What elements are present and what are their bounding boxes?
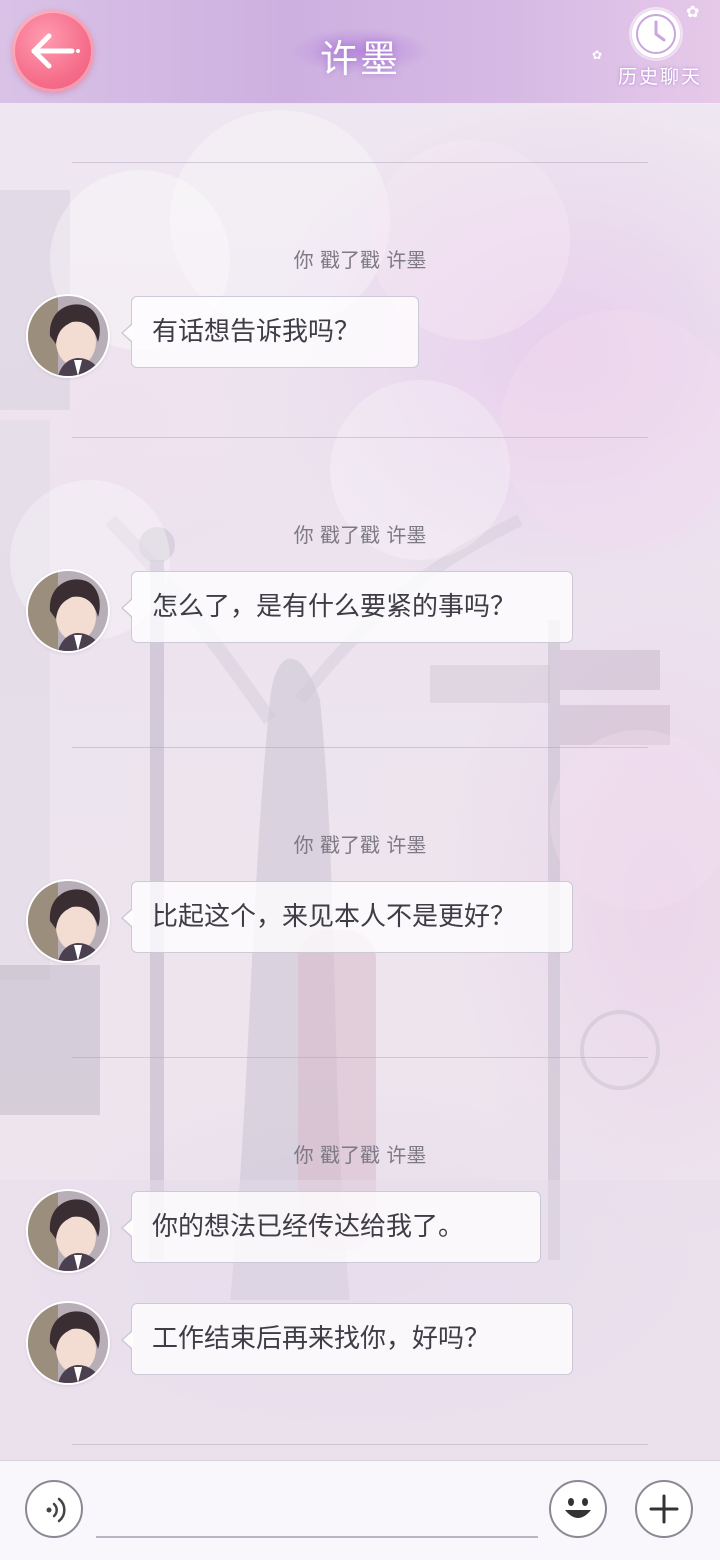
divider <box>72 437 648 438</box>
poke-notice: 你 戳了戳 许墨 <box>293 1143 427 1167</box>
input-underline <box>96 1536 538 1538</box>
divider <box>72 747 648 748</box>
avatar-portrait <box>28 881 108 961</box>
emoji-icon <box>565 1498 591 1518</box>
avatar-portrait <box>28 1303 108 1383</box>
message-bubble: 你的想法已经传达给我了。 <box>121 1191 541 1263</box>
emoji-button[interactable] <box>549 1480 607 1538</box>
avatar[interactable] <box>28 1191 108 1271</box>
message-bubble: 工作结束后再来找你，好吗？ <box>121 1303 573 1375</box>
avatar-portrait <box>28 571 108 651</box>
clock-face <box>636 14 676 54</box>
avatar-portrait <box>28 1191 108 1271</box>
avatar-portrait <box>28 296 108 376</box>
avatar[interactable] <box>28 571 108 651</box>
avatar[interactable] <box>28 1303 108 1383</box>
history-chat-label: 历史聊天 <box>617 66 702 88</box>
more-button[interactable] <box>635 1480 693 1538</box>
avatar[interactable] <box>28 296 108 376</box>
history-chat-button[interactable]: 历史聊天 <box>606 6 714 96</box>
plus-icon <box>649 1494 679 1524</box>
sparkle-icon: ✿ <box>592 48 603 62</box>
message-bubble: 比起这个，来见本人不是更好？ <box>121 881 573 953</box>
divider <box>72 1444 648 1445</box>
poke-notice: 你 戳了戳 许墨 <box>293 523 427 547</box>
poke-notice: 你 戳了戳 许墨 <box>293 248 427 272</box>
message-input[interactable] <box>96 1491 538 1535</box>
voice-icon <box>46 1497 66 1523</box>
voice-button[interactable] <box>25 1480 83 1538</box>
top-bar: 许墨 ✿ ✿ 历史聊天 <box>0 0 720 104</box>
divider <box>72 162 648 163</box>
poke-notice: 你 戳了戳 许墨 <box>293 833 427 857</box>
input-bar <box>0 1460 720 1560</box>
avatar[interactable] <box>28 881 108 961</box>
divider <box>72 1057 648 1058</box>
clock-icon <box>632 10 680 58</box>
message-bubble: 怎么了，是有什么要紧的事吗？ <box>121 571 573 643</box>
message-bubble: 有话想告诉我吗？ <box>121 296 419 368</box>
chat-area[interactable]: 你 戳了戳 许墨 有话想告诉我吗？ 你 戳了戳 许墨 怎么了，是有什么要紧的事吗… <box>0 104 720 1460</box>
